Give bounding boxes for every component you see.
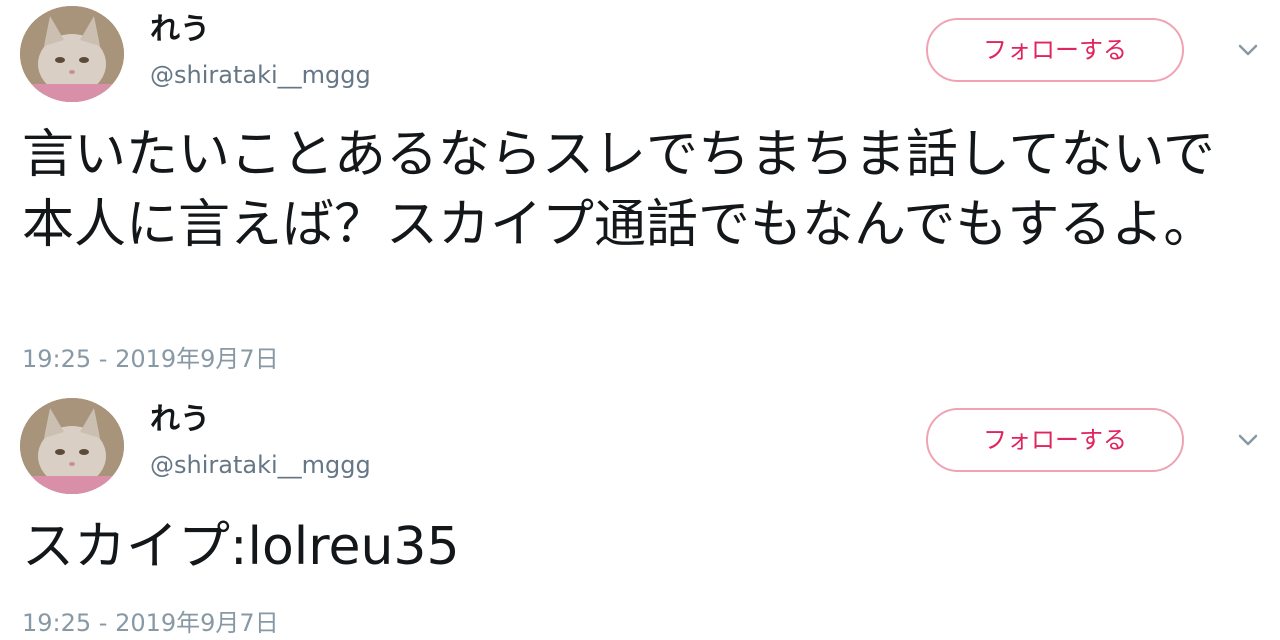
avatar[interactable]	[20, 6, 124, 102]
follow-button[interactable]: フォローする	[926, 18, 1184, 82]
avatar[interactable]	[20, 398, 124, 494]
chevron-down-icon[interactable]	[1234, 36, 1262, 64]
tweet-text: 言いたいことあるならスレでちまちま話してないで本人に言えば？スカイプ通話でもなん…	[22, 125, 1216, 255]
chevron-down-icon[interactable]	[1234, 426, 1262, 454]
timestamp[interactable]: 19:25 - 2019年9月7日	[22, 344, 279, 374]
user-handle[interactable]: @shirataki__mggg	[150, 450, 371, 480]
tweet: れう @shirataki__mggg フォローする スカイプ:lolreu35…	[0, 390, 1280, 640]
follow-button[interactable]: フォローする	[926, 408, 1184, 472]
user-handle[interactable]: @shirataki__mggg	[150, 60, 371, 90]
display-name[interactable]: れう	[150, 402, 210, 438]
display-name[interactable]: れう	[150, 12, 210, 48]
timestamp[interactable]: 19:25 - 2019年9月7日	[22, 608, 279, 638]
tweet-text: スカイプ:lolreu35	[22, 517, 460, 577]
tweet: れう @shirataki__mggg フォローする 言いたいことあるならスレで…	[0, 0, 1280, 390]
tweet-thread: れう @shirataki__mggg フォローする 言いたいことあるならスレで…	[0, 0, 1280, 640]
